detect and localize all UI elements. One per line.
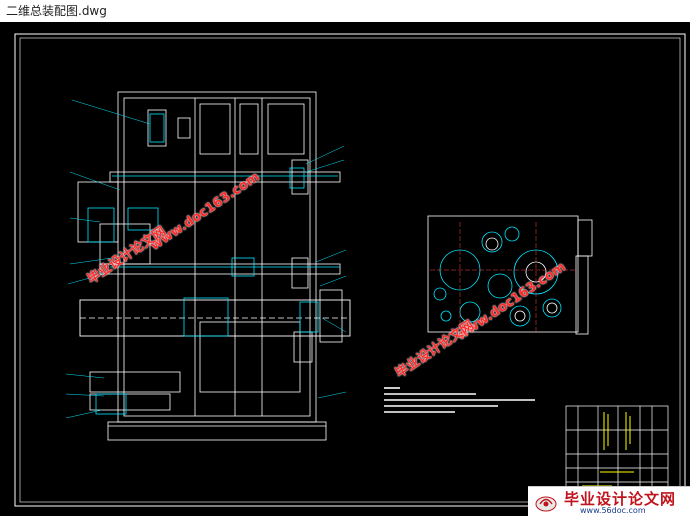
footer-site-url: www.56doc.com bbox=[580, 506, 646, 515]
cad-drawing-viewport[interactable]: www.doc163.com 毕业设计论文网 www.doc163.com 毕业… bbox=[0, 22, 690, 516]
technical-notes bbox=[384, 387, 535, 413]
site-logo-icon bbox=[535, 496, 557, 512]
watermark-footer: 毕业设计论文网 www.56doc.com bbox=[528, 486, 690, 517]
document-title: 二维总装配图.dwg bbox=[0, 0, 690, 22]
title-block-text bbox=[582, 412, 634, 487]
title-block bbox=[565, 405, 669, 499]
